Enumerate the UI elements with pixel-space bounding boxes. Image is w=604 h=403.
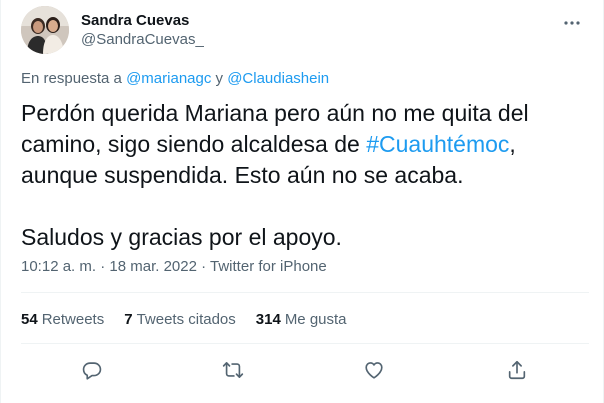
tweet-header: Sandra Cuevas @SandraCuevas_ xyxy=(21,6,587,56)
retweets-count: 54 xyxy=(21,311,38,328)
retweets-label: Retweets xyxy=(41,311,105,328)
more-dots-icon[interactable] xyxy=(561,12,583,34)
heart-icon[interactable] xyxy=(361,357,387,383)
hashtag-link[interactable]: #Cuauhtémoc xyxy=(366,131,509,157)
divider xyxy=(21,292,589,293)
retweets-stat[interactable]: 54 Retweets xyxy=(21,310,104,330)
quotes-stat[interactable]: 7 Tweets citados xyxy=(124,310,236,330)
mention-link-marianagc[interactable]: @marianagc xyxy=(126,70,211,87)
reply-context: En respuesta a @marianagc y @Claudiashei… xyxy=(21,69,329,89)
reply-icon[interactable] xyxy=(79,357,105,383)
meta-separator: · xyxy=(96,258,110,275)
tweet-text: Perdón querida Mariana pero aún no me qu… xyxy=(21,98,591,253)
likes-count: 314 xyxy=(255,311,281,328)
tweet-card: Sandra Cuevas @SandraCuevas_ En respuest… xyxy=(0,0,604,403)
tweet-meta: 10:12 a. m. · 18 mar. 2022 · Twitter for… xyxy=(21,257,327,277)
likes-label: Me gusta xyxy=(284,311,347,328)
divider xyxy=(21,343,589,344)
quotes-count: 7 xyxy=(124,311,133,328)
author-handle[interactable]: @SandraCuevas_ xyxy=(81,30,204,50)
reply-prefix: En respuesta a xyxy=(21,70,127,87)
tweet-time[interactable]: 10:12 a. m. xyxy=(21,258,96,275)
reply-joiner: y xyxy=(211,70,228,87)
meta-separator: · xyxy=(196,258,211,275)
tweet-date[interactable]: 18 mar. 2022 xyxy=(109,258,197,275)
likes-stat[interactable]: 314 Me gusta xyxy=(256,310,347,330)
tweet-actions xyxy=(1,355,603,385)
share-icon[interactable] xyxy=(504,357,530,383)
profile-photo-icon xyxy=(21,6,69,54)
avatar[interactable] xyxy=(21,6,69,54)
tweet-source[interactable]: Twitter for iPhone xyxy=(210,258,327,275)
mention-link-claudiashein[interactable]: @Claudiashein xyxy=(227,70,329,87)
retweet-icon[interactable] xyxy=(220,357,246,383)
author-display-name[interactable]: Sandra Cuevas xyxy=(81,11,204,30)
author-names: Sandra Cuevas @SandraCuevas_ xyxy=(81,11,204,50)
quotes-label: Tweets citados xyxy=(136,311,236,328)
tweet-stats: 54 Retweets 7 Tweets citados 314 Me gusta xyxy=(21,310,347,330)
